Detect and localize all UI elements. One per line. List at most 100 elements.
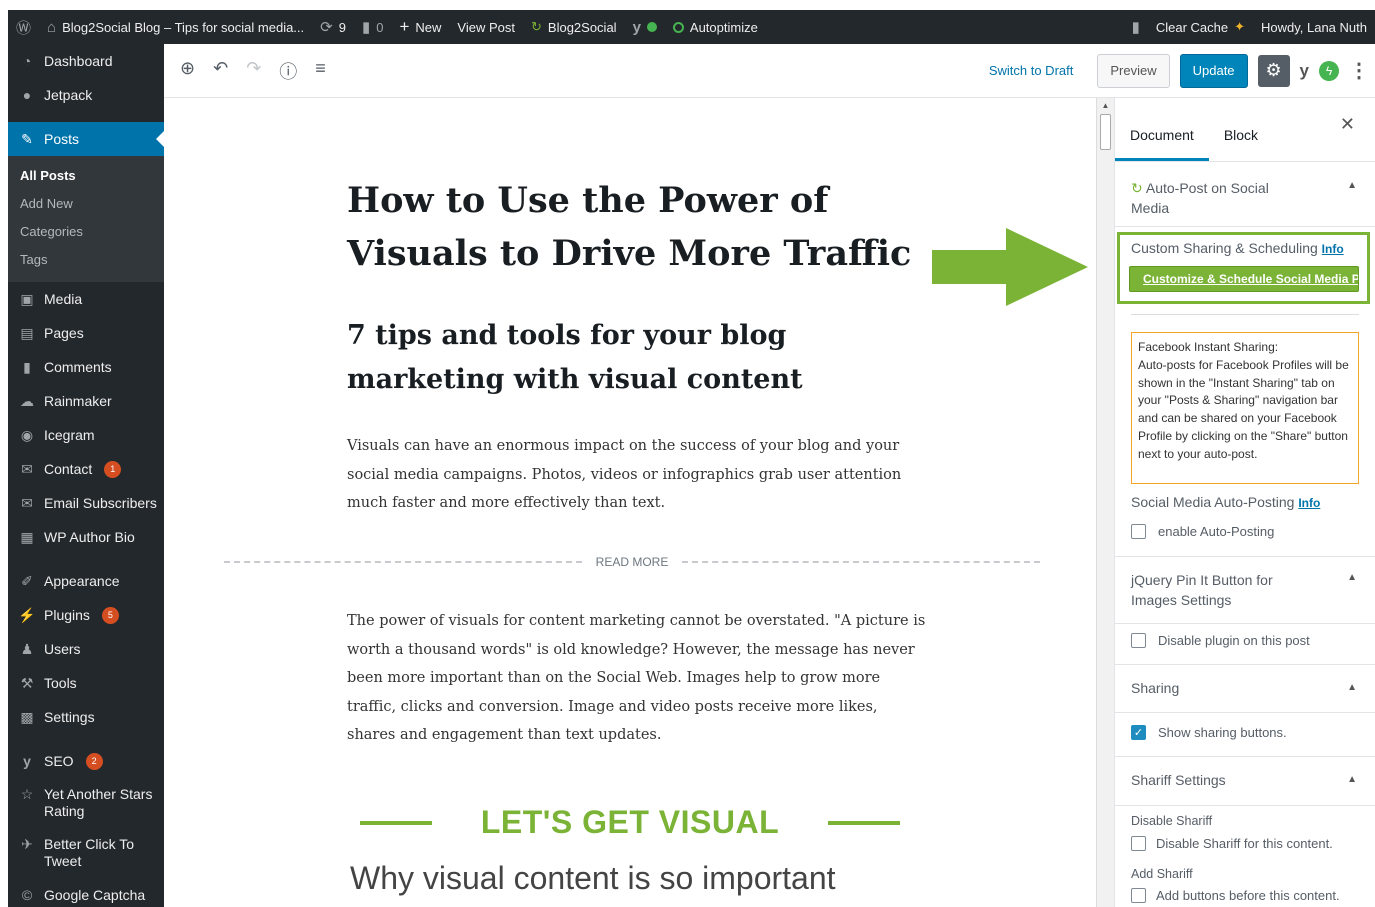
star-icon: ☆ xyxy=(20,786,34,802)
collapse-caret-icon[interactable]: ▲ xyxy=(1347,682,1357,693)
autoptimize-link[interactable]: Autoptimize xyxy=(665,10,766,44)
why-heading[interactable]: Why visual content is so important xyxy=(350,860,930,897)
switch-to-draft-button[interactable]: Switch to Draft xyxy=(975,63,1088,78)
shariff-panel-header[interactable]: Shariff Settings xyxy=(1131,772,1226,788)
sidebar-item-email-subscribers[interactable]: ✉ Email Subscribers xyxy=(8,486,164,520)
sidebar-item-dashboard[interactable]: ◔ Dashboard xyxy=(8,44,164,78)
view-post-link[interactable]: View Post xyxy=(449,10,523,44)
yoast-seo-icon[interactable]: y xyxy=(1300,61,1309,81)
blog2social-icon: ↻ xyxy=(531,19,542,34)
add-shariff-row[interactable]: Add buttons before this content. xyxy=(1131,888,1340,903)
envelope-icon: ✉ xyxy=(21,460,33,477)
sharing-panel-header[interactable]: Sharing xyxy=(1131,680,1179,696)
add-block-icon[interactable]: ⊕ xyxy=(180,58,195,84)
blog2social-link[interactable]: ↻ Blog2Social xyxy=(523,10,625,44)
new-content-link[interactable]: + New xyxy=(391,10,449,44)
autopost-line-2: Media xyxy=(1131,200,1170,216)
outline-icon[interactable]: ≡ xyxy=(315,58,326,84)
collapse-caret-icon[interactable]: ▲ xyxy=(1347,572,1357,583)
comments-link[interactable]: ▮ 0 xyxy=(354,10,392,44)
sidebar-item-label: Tools xyxy=(44,675,77,691)
add-shariff-cb-label: Add buttons before this content. xyxy=(1156,888,1340,903)
disable-plugin-checkbox[interactable] xyxy=(1131,633,1146,648)
account-menu[interactable]: Howdy, Lana Nuth xyxy=(1253,10,1375,44)
scroll-up-icon[interactable]: ▲ xyxy=(1097,98,1114,114)
preview-button[interactable]: Preview xyxy=(1097,53,1170,88)
redo-icon[interactable]: ↷ xyxy=(246,58,261,84)
paragraph-block[interactable]: Visuals can have an enormous impact on t… xyxy=(347,432,927,518)
id-card-icon: ▦ xyxy=(20,528,34,545)
post-subheading[interactable]: 7 tips and tools for your blog marketing … xyxy=(347,314,907,402)
site-name-link[interactable]: ⌂ Blog2Social Blog – Tips for social medi… xyxy=(39,10,312,44)
sidebar-item-appearance[interactable]: ✐ Appearance xyxy=(8,564,164,598)
new-label: New xyxy=(415,19,442,35)
more-options-icon[interactable]: ⋮ xyxy=(1349,58,1369,83)
tab-document[interactable]: Document xyxy=(1115,127,1209,161)
clear-cache-label: Clear Cache xyxy=(1155,19,1229,35)
sidebar-item-seo[interactable]: y SEO 2 xyxy=(8,744,164,778)
jetpack-icon: ● xyxy=(22,87,32,103)
sidebar-item-label: Appearance xyxy=(44,573,120,589)
submenu-all-posts[interactable]: All Posts xyxy=(8,162,164,190)
sidebar-item-wp-author-bio[interactable]: ▦ WP Author Bio xyxy=(8,520,164,554)
clear-cache-link[interactable]: Clear Cache ✦ xyxy=(1148,10,1253,44)
read-more-label: READ MORE xyxy=(595,555,669,569)
disable-plugin-row[interactable]: Disable plugin on this post xyxy=(1131,633,1310,648)
sidebar-item-pages[interactable]: ▤ Pages xyxy=(8,316,164,350)
info-icon[interactable]: ⓘ xyxy=(279,58,297,84)
sidebar-item-icegram[interactable]: ◉ Icegram xyxy=(8,418,164,452)
show-sharing-row[interactable]: ✓ Show sharing buttons. xyxy=(1131,725,1287,740)
disable-shariff-row[interactable]: Disable Shariff for this content. xyxy=(1131,836,1333,851)
enable-autoposting-label: enable Auto-Posting xyxy=(1158,524,1275,539)
close-icon[interactable]: ✕ xyxy=(1340,114,1355,135)
notifications-button[interactable]: ▮ xyxy=(1124,10,1148,44)
updates-link[interactable]: ⟳ 9 xyxy=(312,10,354,44)
tab-block[interactable]: Block xyxy=(1209,127,1273,161)
media-icon: ▣ xyxy=(20,290,34,307)
enable-autoposting-checkbox[interactable] xyxy=(1131,524,1146,539)
sidebar-item-users[interactable]: ♟ Users xyxy=(8,632,164,666)
sidebar-item-contact[interactable]: ✉ Contact 1 xyxy=(8,452,164,486)
update-button[interactable]: Update xyxy=(1179,53,1248,88)
customize-schedule-button[interactable]: Customize & Schedule Social Media Po xyxy=(1129,266,1359,292)
autopost-panel-header[interactable]: ↻ Auto-Post on Social Media ▲ xyxy=(1115,162,1375,227)
sidebar-item-label: Users xyxy=(44,641,81,657)
sidebar-item-media[interactable]: ▣ Media xyxy=(8,282,164,316)
collapse-caret-icon[interactable]: ▲ xyxy=(1347,180,1357,191)
jetpack-bolt-icon[interactable]: ϟ xyxy=(1319,60,1339,81)
add-shariff-checkbox[interactable] xyxy=(1131,888,1146,903)
submenu-add-new[interactable]: Add New xyxy=(8,190,164,218)
sidebar-item-posts[interactable]: ✎ Posts xyxy=(8,122,164,156)
yoast-seo-link[interactable]: y xyxy=(625,10,665,44)
undo-icon[interactable]: ↶ xyxy=(213,58,228,84)
sma-info-link[interactable]: Info xyxy=(1298,496,1320,510)
green-rule xyxy=(827,820,900,825)
sidebar-item-settings[interactable]: ▩ Settings xyxy=(8,700,164,734)
visual-heading-block[interactable]: LET'S GET VISUAL xyxy=(360,804,900,841)
sidebar-item-tools[interactable]: ⚒ Tools xyxy=(8,666,164,700)
editor-scrollbar[interactable]: ▲ xyxy=(1096,98,1114,907)
dashed-line xyxy=(224,561,582,563)
home-icon: ⌂ xyxy=(47,18,57,36)
paragraph-block[interactable]: The power of visuals for content marketi… xyxy=(347,607,927,750)
submenu-tags[interactable]: Tags xyxy=(8,246,164,274)
sidebar-item-better-click-to-tweet[interactable]: ✈ Better Click To Tweet xyxy=(8,828,164,878)
read-more-separator[interactable]: READ MORE xyxy=(224,552,1040,572)
collapse-caret-icon[interactable]: ▲ xyxy=(1347,774,1357,785)
jquery-pin-panel-header[interactable]: jQuery Pin It Button for Images Settings xyxy=(1131,570,1273,610)
show-sharing-checkbox[interactable]: ✓ xyxy=(1131,725,1146,740)
sidebar-item-jetpack[interactable]: ● Jetpack xyxy=(8,78,164,112)
sidebar-item-yet-another-stars-rating[interactable]: ☆ Yet Another Stars Rating xyxy=(8,778,164,828)
settings-gear-icon[interactable]: ⚙ xyxy=(1257,54,1290,87)
submenu-categories[interactable]: Categories xyxy=(8,218,164,246)
sidebar-item-comments[interactable]: ▮ Comments xyxy=(8,350,164,384)
sidebar-item-rainmaker[interactable]: ☁ Rainmaker xyxy=(8,384,164,418)
wp-logo-button[interactable]: Ⓦ xyxy=(8,10,39,44)
scroll-thumb[interactable] xyxy=(1100,114,1111,150)
sidebar-item-plugins[interactable]: ⚡ Plugins 5 xyxy=(8,598,164,632)
sidebar-item-google-captcha[interactable]: © Google Captcha xyxy=(8,878,164,907)
disable-shariff-checkbox[interactable] xyxy=(1131,836,1146,851)
enable-autoposting-row[interactable]: enable Auto-Posting xyxy=(1131,524,1274,539)
post-title[interactable]: How to Use the Power of Visuals to Drive … xyxy=(347,174,947,280)
custom-sharing-info-link[interactable]: Info xyxy=(1322,242,1344,256)
